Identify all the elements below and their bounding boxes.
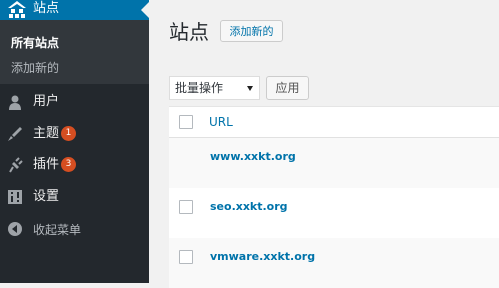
bulk-actions-value: 批量操作: [175, 81, 224, 95]
sidebar-item-settings[interactable]: 设置: [0, 185, 149, 211]
active-arrow: [141, 2, 149, 18]
user-icon: [7, 94, 23, 110]
plugin-icon: [7, 157, 23, 173]
select-all-checkbox[interactable]: [179, 115, 193, 129]
column-header-url[interactable]: URL: [209, 115, 233, 129]
sites-icon: [6, 0, 28, 20]
add-new-site-button[interactable]: 添加新的: [220, 20, 283, 42]
bulk-actions-select[interactable]: 批量操作: [169, 76, 260, 100]
collapse-menu-button[interactable]: 收起菜单: [0, 217, 149, 243]
sidebar-item-sites[interactable]: 站点: [0, 0, 149, 20]
row-checkbox[interactable]: [179, 250, 193, 264]
submenu-all-sites[interactable]: 所有站点: [11, 36, 59, 50]
sites-table: URL www.xxkt.org seo.xxkt.org vmware.xxk…: [169, 106, 499, 288]
brush-icon: [7, 126, 23, 142]
table-header: URL: [169, 106, 499, 138]
sidebar-item-label: 设置: [33, 189, 60, 204]
apply-button[interactable]: 应用: [266, 76, 309, 100]
sidebar-item-label: 站点: [33, 1, 60, 16]
site-url-link[interactable]: seo.xxkt.org: [210, 200, 288, 213]
table-row: vmware.xxkt.org: [169, 238, 499, 288]
collapse-icon: [7, 221, 23, 237]
sidebar-item-users[interactable]: 用户: [0, 90, 149, 116]
update-count-badge: 1: [61, 126, 76, 141]
chevron-down-icon: [247, 86, 253, 91]
sidebar-item-label: 插件: [33, 157, 60, 172]
sidebar-item-plugins[interactable]: 插件 3: [0, 153, 149, 179]
page-title: 站点: [169, 20, 209, 44]
site-url-link[interactable]: www.xxkt.org: [210, 150, 296, 163]
sidebar-item-themes[interactable]: 主题 1: [0, 122, 149, 148]
admin-sidebar: 站点 所有站点 添加新的 用户 主题 1 插件 3 设置 收起菜单: [0, 0, 149, 283]
site-url-link[interactable]: vmware.xxkt.org: [210, 250, 315, 263]
sidebar-item-label: 收起菜单: [33, 223, 82, 237]
sidebar-item-label: 主题: [33, 126, 60, 141]
sidebar-item-label: 用户: [33, 94, 60, 109]
table-row: www.xxkt.org: [169, 138, 499, 188]
update-count-badge: 3: [61, 157, 76, 172]
submenu-add-new[interactable]: 添加新的: [11, 61, 59, 75]
table-row: seo.xxkt.org: [169, 188, 499, 238]
settings-icon: [7, 189, 23, 205]
row-checkbox[interactable]: [179, 200, 193, 214]
sites-submenu: 所有站点 添加新的: [0, 20, 149, 84]
